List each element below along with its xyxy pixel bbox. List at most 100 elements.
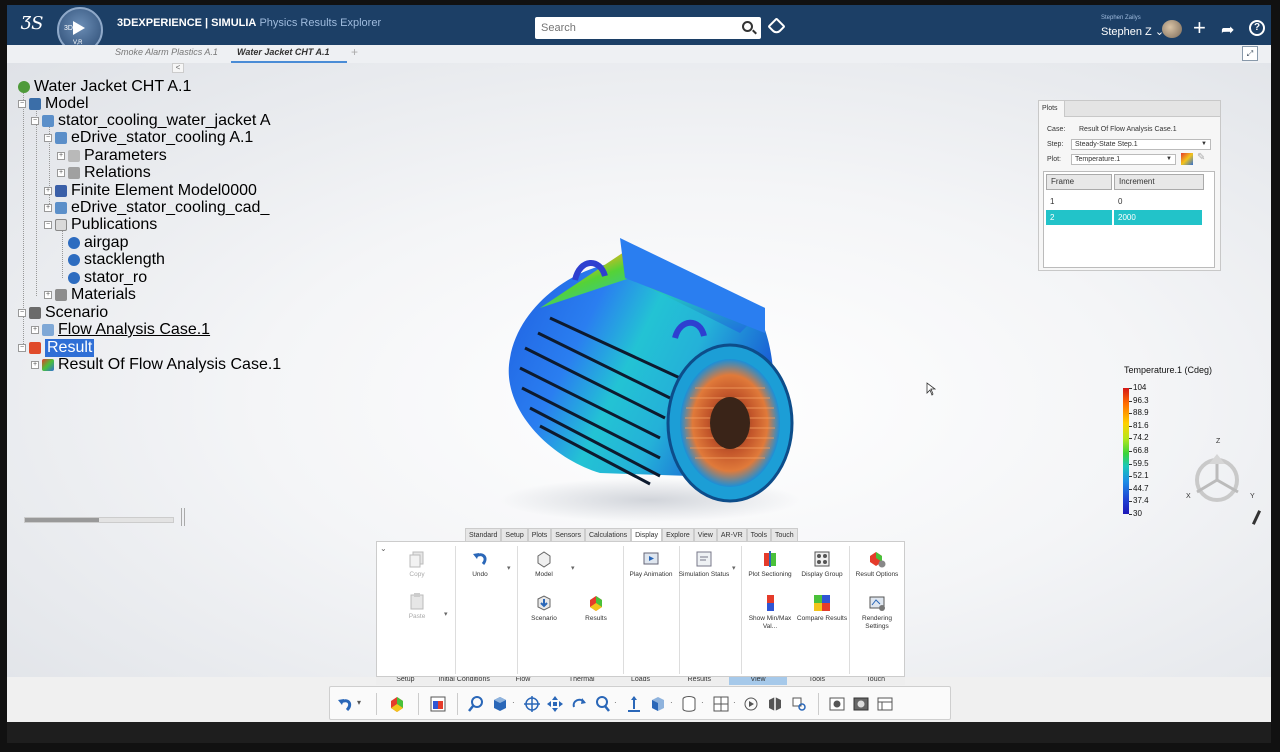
ds-logo-icon[interactable]: ƷS	[21, 13, 44, 34]
collapse-icon[interactable]: −	[44, 221, 52, 229]
simulation-status-dropdown-icon[interactable]: ▾	[732, 564, 736, 572]
simulation-status-button[interactable]: Simulation Status	[677, 550, 731, 579]
section-view[interactable]: View	[728, 677, 788, 685]
view-cube-icon[interactable]	[491, 695, 509, 713]
tree-item-edrive-stator[interactable]: − eDrive_stator_cooling A.1	[44, 129, 253, 147]
tab-display[interactable]: Display	[631, 528, 663, 541]
user-menu[interactable]: Stephen Z ⌄	[1101, 25, 1164, 38]
collapse-icon[interactable]: −	[18, 100, 26, 108]
tab-explore[interactable]: Explore	[662, 528, 694, 541]
table-cell-increment[interactable]: 0	[1114, 194, 1204, 209]
magnifier-icon[interactable]	[790, 695, 808, 713]
tree-item-root[interactable]: Water Jacket CHT A.1	[18, 78, 191, 96]
panel-splitter[interactable]	[181, 508, 185, 526]
model-dropdown-icon[interactable]: ▾	[571, 564, 575, 572]
tab-plots[interactable]: Plots	[527, 528, 552, 541]
results-button[interactable]: Results	[569, 594, 623, 623]
iso-view-icon[interactable]	[649, 695, 667, 713]
paste-button[interactable]: Paste	[390, 592, 444, 621]
column-header-increment[interactable]: Increment	[1114, 174, 1204, 190]
collapse-icon[interactable]: −	[18, 309, 26, 317]
plot-sectioning-button[interactable]: Plot Sectioning	[743, 550, 797, 579]
tree-item-water-jacket[interactable]: − stator_cooling_water_jacket A	[31, 112, 271, 130]
scenario-button[interactable]: Scenario	[517, 594, 571, 623]
tab-tools[interactable]: Tools	[746, 528, 771, 541]
expand-icon[interactable]: +	[57, 152, 65, 160]
expand-icon[interactable]: +	[57, 169, 65, 177]
tree-item-scenario[interactable]: − Scenario	[18, 304, 108, 322]
edit-icon[interactable]: ✎	[1197, 152, 1205, 163]
tab-plots[interactable]: Plots	[1039, 101, 1065, 117]
share-icon[interactable]: ➦	[1221, 20, 1234, 40]
normal-view-icon[interactable]	[625, 695, 643, 713]
zoom-in-out-icon[interactable]	[594, 695, 612, 713]
stator-housing-model[interactable]	[480, 238, 810, 528]
tab-standard[interactable]: Standard	[465, 528, 502, 541]
plus-icon[interactable]: +	[1193, 17, 1206, 39]
tab-sensors[interactable]: Sensors	[551, 528, 585, 541]
tree-item-fem[interactable]: + Finite Element Model0000	[44, 182, 257, 200]
undo-button[interactable]: Undo	[453, 550, 507, 579]
section-thermal[interactable]: Thermal	[552, 677, 611, 685]
tree-item-materials[interactable]: + Materials	[44, 286, 136, 304]
table-cell-frame[interactable]: 1	[1046, 194, 1112, 209]
plot-select[interactable]: Temperature.1 ▼	[1071, 154, 1176, 165]
contour-plot-icon[interactable]	[429, 695, 447, 713]
tab-water-jacket[interactable]: Water Jacket CHT A.1	[237, 47, 330, 57]
play-animation-button[interactable]: Play Animation	[624, 550, 678, 579]
render-style-icon[interactable]	[828, 695, 846, 713]
tree-item-stator-ro[interactable]: stator_ro	[68, 269, 147, 287]
layout-icon[interactable]	[712, 695, 730, 713]
tree-item-airgap[interactable]: airgap	[68, 234, 128, 252]
shading-icon[interactable]	[852, 695, 870, 713]
tree-item-stacklength[interactable]: stacklength	[68, 251, 165, 269]
section-setup[interactable]: Setup	[376, 677, 435, 685]
tree-scrollbar[interactable]	[24, 517, 174, 523]
column-header-frame[interactable]: Frame	[1046, 174, 1112, 190]
tree-item-edrive-cad[interactable]: + eDrive_stator_cooling_cad_	[44, 199, 269, 217]
table-cell-increment[interactable]: 2000	[1114, 210, 1202, 225]
result-options-button[interactable]: Result Options	[850, 550, 904, 579]
tab-touch[interactable]: Touch	[770, 528, 798, 541]
cylinder-dropdown-icon[interactable]: ·	[701, 698, 704, 707]
tab-setup[interactable]: Setup	[501, 528, 528, 541]
tree-item-model[interactable]: − Model	[18, 95, 89, 113]
display-group-button[interactable]: Display Group	[795, 550, 849, 579]
fit-all-icon[interactable]	[523, 695, 541, 713]
section-results[interactable]: Results	[670, 677, 729, 685]
scrollbar-thumb[interactable]	[25, 518, 99, 522]
table-cell-frame[interactable]: 2	[1046, 210, 1112, 225]
view-dropdown-icon[interactable]: ·	[512, 698, 515, 707]
expand-icon[interactable]: +	[44, 204, 52, 212]
undo-dropdown-icon[interactable]: ▾	[507, 564, 511, 572]
search-input[interactable]	[535, 17, 725, 39]
rotate-icon[interactable]	[570, 695, 588, 713]
tree-item-publications[interactable]: − Publications	[44, 216, 157, 234]
section-loads[interactable]: Loads	[611, 677, 670, 685]
paste-dropdown-icon[interactable]: ▾	[444, 610, 448, 618]
tab-smoke-alarm[interactable]: Smoke Alarm Plastics A.1	[115, 47, 218, 57]
tree-item-relations[interactable]: + Relations	[57, 164, 151, 182]
layout-dropdown-icon[interactable]: ·	[733, 698, 736, 707]
section-touch[interactable]: Touch	[846, 677, 905, 685]
results-icon[interactable]	[388, 695, 406, 713]
undo-icon[interactable]	[336, 695, 354, 713]
tree-item-parameters[interactable]: + Parameters	[57, 147, 167, 165]
copy-button[interactable]: Copy	[390, 550, 444, 579]
zoom-dropdown-icon[interactable]: ·	[614, 698, 617, 707]
zoom-icon[interactable]	[467, 695, 485, 713]
tag-icon[interactable]	[767, 17, 786, 36]
tab-view[interactable]: View	[693, 528, 717, 541]
iso-dropdown-icon[interactable]: ·	[670, 698, 673, 707]
help-icon[interactable]: ?	[1249, 20, 1265, 36]
panel-icon[interactable]	[876, 695, 894, 713]
plot-options-icon[interactable]	[1181, 153, 1193, 165]
section-flow[interactable]: Flow	[494, 677, 553, 685]
step-select[interactable]: Steady-State Step.1 ▼	[1071, 139, 1211, 150]
tree-item-result-case[interactable]: + Result Of Flow Analysis Case.1	[31, 356, 281, 374]
show-minmax-button[interactable]: Show Min/Max Val...	[743, 594, 797, 631]
new-tab-icon[interactable]: +	[351, 45, 358, 59]
collapse-icon[interactable]: −	[18, 344, 26, 352]
collapse-icon[interactable]: −	[31, 117, 39, 125]
tab-calculations[interactable]: Calculations	[584, 528, 632, 541]
